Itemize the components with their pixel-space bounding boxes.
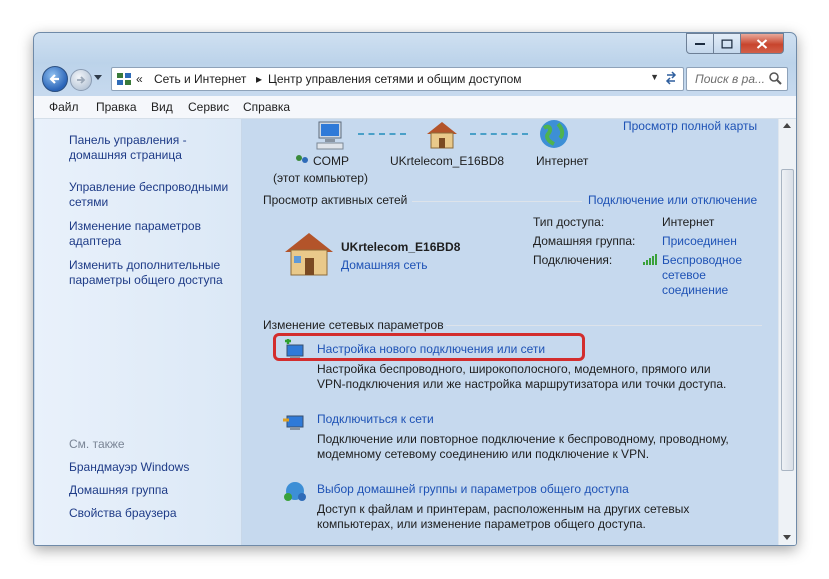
active-networks-heading: Просмотр активных сетей: [263, 193, 408, 207]
scroll-up-icon[interactable]: [783, 123, 791, 128]
menu-edit[interactable]: Правка: [96, 100, 137, 114]
menu-bar: Файл Правка Вид Сервис Справка: [34, 96, 796, 119]
homegroup-sharing-desc2: компьютерах, или изменение параметров об…: [317, 517, 646, 531]
connect-disconnect-link[interactable]: Подключение или отключение: [588, 193, 757, 207]
arrow-left-icon: [49, 74, 59, 84]
setup-new-connection-desc1: Настройка беспроводного, широкополосного…: [317, 362, 711, 376]
back-button[interactable]: [42, 66, 68, 92]
link-browser-properties[interactable]: Свойства браузера: [69, 506, 239, 521]
refresh-icon[interactable]: [664, 71, 678, 85]
access-type-label: Тип доступа:: [533, 215, 605, 229]
breadcrumb-network-internet[interactable]: Сеть и Интернет: [154, 72, 246, 86]
router-name: UKrtelecom_E16BD8: [390, 154, 505, 168]
active-network-name: UKrtelecom_E16BD8: [341, 240, 461, 254]
close-button[interactable]: [740, 33, 784, 54]
computer-name: COMP: [313, 154, 349, 168]
wireless-connection-link[interactable]: Беспроводное сетевое соединение: [662, 253, 750, 298]
connections-label: Подключения:: [533, 253, 613, 267]
link-control-panel-home[interactable]: Панель управления - домашняя страница: [69, 133, 239, 163]
breadcrumb-separator-icon: ▸: [256, 72, 263, 86]
maximize-icon: [721, 39, 733, 48]
map-connector: [358, 133, 406, 135]
access-type-value: Интернет: [662, 215, 715, 229]
address-bar[interactable]: « Сеть и Интернет ▸ Центр управления сет…: [111, 67, 684, 91]
vertical-scrollbar[interactable]: [778, 119, 796, 545]
home-network-icon: [427, 122, 457, 149]
left-pane: Панель управления - домашняя страница Уп…: [35, 119, 242, 545]
internet-globe-icon: [540, 120, 568, 148]
homegroup-sharing-desc1: Доступ к файлам и принтерам, расположенн…: [317, 502, 690, 516]
heading-divider: [412, 201, 582, 202]
heading-divider: [446, 325, 762, 326]
map-connector: [470, 133, 528, 135]
network-type-link[interactable]: Домашняя сеть: [341, 258, 427, 272]
link-homegroup[interactable]: Домашняя группа: [69, 483, 239, 498]
computer-icon: [316, 121, 344, 150]
connect-to-network-desc1: Подключение или повторное подключение к …: [317, 432, 729, 446]
homegroup-sharing-icon: [284, 482, 306, 501]
wifi-signal-icon: [643, 254, 657, 265]
network-folder-icon: [117, 73, 131, 85]
homegroup-label: Домашняя группа:: [533, 234, 636, 248]
scroll-down-icon[interactable]: [783, 535, 791, 540]
address-dropdown-icon[interactable]: ▼: [650, 72, 659, 82]
search-placeholder: Поиск в ра...: [695, 72, 765, 86]
close-icon: [756, 38, 768, 49]
see-also-label: См. также: [69, 437, 125, 451]
link-advanced-sharing[interactable]: Изменить дополнительные параметры общего…: [69, 258, 239, 288]
homegroup-link[interactable]: Присоединен: [662, 234, 737, 248]
breadcrumb-network-center[interactable]: Центр управления сетями и общим доступом: [268, 72, 522, 86]
history-dropdown-icon[interactable]: [94, 75, 102, 80]
home-network-large-icon: [285, 233, 333, 276]
scrollbar-thumb[interactable]: [781, 169, 794, 471]
menu-tools[interactable]: Сервис: [188, 100, 229, 114]
minimize-icon: [695, 42, 705, 45]
network-users-icon: [296, 155, 308, 163]
setup-new-connection-desc2: VPN-подключения или же настройка маршрут…: [317, 377, 727, 391]
search-icon[interactable]: [769, 72, 782, 85]
view-full-map-link[interactable]: Просмотр полной карты: [623, 119, 757, 133]
connect-network-icon: [283, 415, 304, 430]
forward-button[interactable]: [70, 69, 92, 91]
menu-help[interactable]: Справка: [243, 100, 290, 114]
breadcrumb-chevron[interactable]: «: [136, 72, 143, 86]
connect-to-network-link[interactable]: Подключиться к сети: [317, 412, 434, 426]
change-settings-heading: Изменение сетевых параметров: [263, 318, 444, 332]
arrow-right-icon: [77, 76, 86, 84]
minimize-button[interactable]: [686, 33, 714, 54]
menu-file[interactable]: Файл: [49, 100, 79, 114]
homegroup-sharing-link[interactable]: Выбор домашней группы и параметров общег…: [317, 482, 629, 496]
maximize-button[interactable]: [713, 33, 741, 54]
internet-label: Интернет: [536, 154, 589, 168]
menu-view[interactable]: Вид: [151, 100, 173, 114]
highlight-box: [273, 333, 585, 361]
link-manage-wireless[interactable]: Управление беспроводными сетями: [69, 180, 239, 210]
computer-subtitle: (этот компьютер): [273, 171, 368, 185]
search-box[interactable]: Поиск в ра...: [686, 67, 788, 91]
link-adapter-settings[interactable]: Изменение параметров адаптера: [69, 219, 239, 249]
link-firewall[interactable]: Брандмауэр Windows: [69, 460, 239, 475]
connect-to-network-desc2: модемному сетевому соединению или подклю…: [317, 447, 650, 461]
